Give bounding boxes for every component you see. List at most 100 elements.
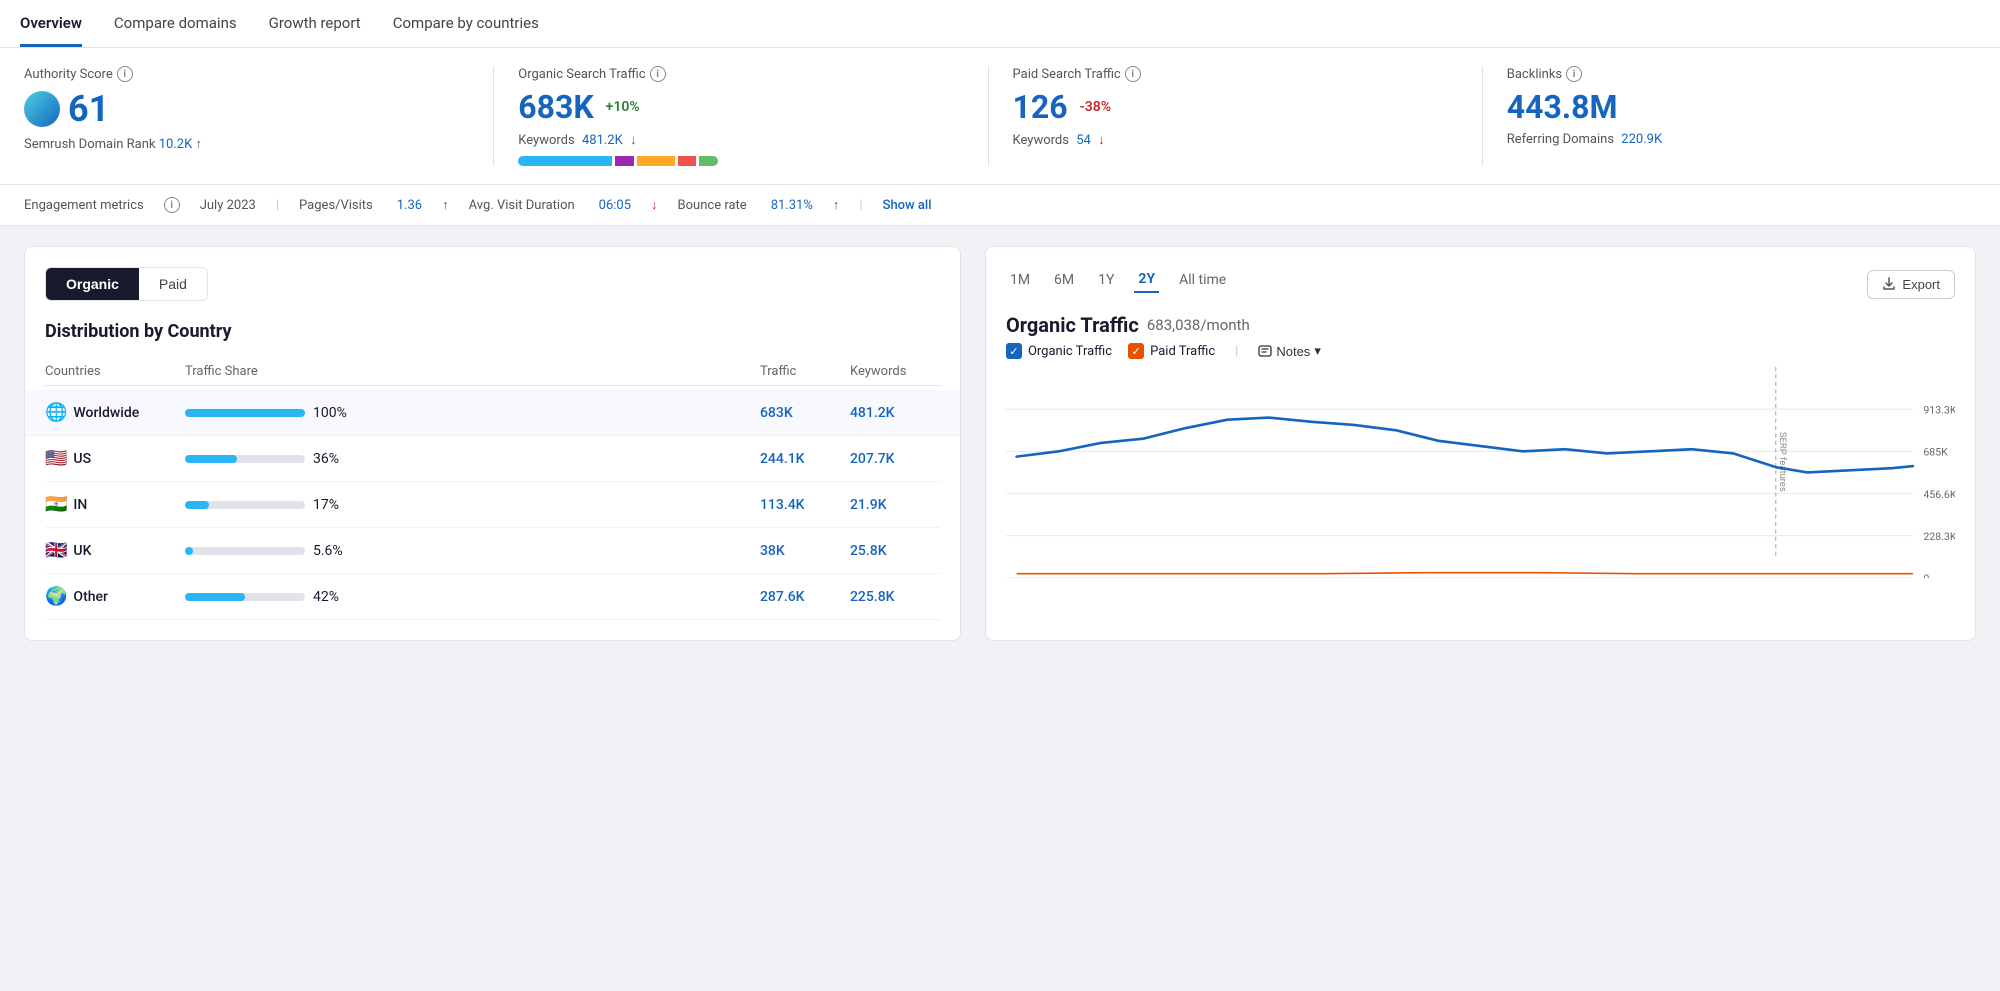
svg-text:685K: 685K — [1923, 446, 1948, 459]
traffic-bar-bg — [185, 455, 305, 463]
legend-sep: | — [1235, 344, 1238, 359]
traffic-bar-bg — [185, 409, 305, 417]
backlinks-info-icon[interactable]: i — [1566, 66, 1582, 82]
paid-search-block: Paid Search Traffic i 126 -38% Keywords … — [989, 66, 1483, 166]
table-row: 🇮🇳 IN 17% 113.4K 21.9K — [45, 482, 940, 528]
keywords-value: 25.8K — [850, 543, 940, 559]
kw-bar-purple — [615, 156, 634, 166]
traffic-bar-bg — [185, 501, 305, 509]
col-keywords: Keywords — [850, 364, 940, 379]
notes-button[interactable]: Notes ▾ — [1258, 343, 1321, 359]
avg-visit-trend: ↓ — [651, 197, 658, 213]
organic-search-keywords: Keywords 481.2K ↓ — [518, 132, 963, 148]
metrics-bar: Authority Score i 61 Semrush Domain Rank… — [0, 48, 2000, 185]
export-icon — [1882, 277, 1896, 291]
traffic-value: 244.1K — [760, 451, 850, 467]
chart-subtitle: 683,038/month — [1147, 316, 1250, 334]
time-filter-1Y[interactable]: 1Y — [1094, 268, 1118, 292]
time-filter-2Y[interactable]: 2Y — [1134, 267, 1159, 293]
bounce-label: Bounce rate — [678, 198, 747, 213]
distribution-title: Distribution by Country — [45, 321, 940, 342]
notes-icon — [1258, 344, 1272, 358]
traffic-bar-fill — [185, 547, 193, 555]
backlinks-referring: Referring Domains 220.9K — [1507, 132, 1952, 147]
authority-score-label: Authority Score i — [24, 66, 469, 82]
avg-visit-label: Avg. Visit Duration — [469, 198, 575, 213]
col-traffic: Traffic — [760, 364, 850, 379]
authority-score-icon — [24, 91, 60, 127]
organic-check: ✓ — [1006, 343, 1022, 359]
traffic-bar-cell: 5.6% — [185, 543, 760, 559]
country-flag: 🌍 — [45, 586, 67, 607]
kw-bar-red — [678, 156, 697, 166]
tab-overview[interactable]: Overview — [20, 0, 82, 47]
serp-label: SERP features — [1777, 432, 1788, 492]
sep2: | — [859, 198, 862, 213]
tab-growth-report[interactable]: Growth report — [269, 0, 361, 47]
export-button[interactable]: Export — [1867, 270, 1955, 299]
traffic-bar-fill — [185, 593, 245, 601]
svg-text:228.3K: 228.3K — [1923, 530, 1955, 543]
keywords-value: 21.9K — [850, 497, 940, 513]
chart-header: Organic Traffic 683,038/month — [1006, 313, 1955, 337]
authority-score-value: 61 — [24, 88, 469, 130]
authority-score-block: Authority Score i 61 Semrush Domain Rank… — [24, 66, 494, 166]
table-row: 🌐 Worldwide 100% 683K 481.2K — [25, 390, 960, 436]
organic-search-info-icon[interactable]: i — [650, 66, 666, 82]
tab-switcher: Organic Paid — [45, 267, 208, 301]
country-flag: 🇺🇸 — [45, 448, 67, 469]
country-flag: 🌐 — [45, 402, 67, 423]
engagement-info-icon[interactable]: i — [164, 197, 180, 213]
traffic-bar-bg — [185, 547, 305, 555]
backlinks-block: Backlinks i 443.8M Referring Domains 220… — [1483, 66, 1976, 166]
kw-bar-green — [699, 156, 718, 166]
chart-title: Organic Traffic — [1006, 313, 1139, 337]
pages-visits-trend: ↑ — [442, 197, 449, 213]
keywords-value: 481.2K — [850, 405, 940, 421]
traffic-bar-cell: 100% — [185, 405, 760, 421]
country-table: 🌐 Worldwide 100% 683K 481.2K 🇺🇸 US 36% 2… — [45, 390, 940, 620]
time-filter-6M[interactable]: 6M — [1050, 268, 1078, 292]
time-filter-All-time[interactable]: All time — [1175, 268, 1230, 292]
svg-text:0: 0 — [1923, 572, 1929, 578]
traffic-bar-cell: 42% — [185, 589, 760, 605]
chart-controls: 1M 6M 1Y 2Y All time Export — [1006, 267, 1955, 301]
paid-check: ✓ — [1128, 343, 1144, 359]
country-name: 🌍 Other — [45, 586, 185, 607]
country-name: 🇮🇳 IN — [45, 494, 185, 515]
paid-search-label: Paid Search Traffic i — [1013, 66, 1458, 82]
country-name: 🇺🇸 US — [45, 448, 185, 469]
engagement-bar: Engagement metrics i July 2023 | Pages/V… — [0, 185, 2000, 226]
traffic-bar-fill — [185, 455, 237, 463]
tab-organic-btn[interactable]: Organic — [46, 268, 139, 300]
table-row: 🌍 Other 42% 287.6K 225.8K — [45, 574, 940, 620]
country-flag: 🇬🇧 — [45, 540, 67, 561]
bounce-value: 81.31% — [771, 198, 813, 213]
paid-search-info-icon[interactable]: i — [1125, 66, 1141, 82]
traffic-bar-fill — [185, 501, 209, 509]
traffic-bar-fill — [185, 409, 305, 417]
tab-paid-btn[interactable]: Paid — [139, 268, 207, 300]
traffic-bar-bg — [185, 593, 305, 601]
chart-legend: ✓ Organic Traffic ✓ Paid Traffic | Notes… — [1006, 343, 1955, 359]
notes-chevron: ▾ — [1314, 343, 1321, 359]
traffic-value: 113.4K — [760, 497, 850, 513]
organic-search-value: 683K +10% — [518, 88, 963, 126]
traffic-value: 38K — [760, 543, 850, 559]
table-row: 🇬🇧 UK 5.6% 38K 25.8K — [45, 528, 940, 574]
pages-visits-label: Pages/Visits — [299, 198, 373, 213]
show-all-link[interactable]: Show all — [883, 198, 932, 213]
authority-score-info-icon[interactable]: i — [117, 66, 133, 82]
kw-bar-blue — [518, 156, 612, 166]
tab-compare-countries[interactable]: Compare by countries — [393, 0, 539, 47]
legend-paid: ✓ Paid Traffic — [1128, 343, 1215, 359]
bounce-trend: ↑ — [833, 197, 840, 213]
traffic-chart: SERP features 913.3K 685K 456.6K 228.3K … — [1006, 367, 1955, 578]
time-filter-1M[interactable]: 1M — [1006, 268, 1034, 292]
svg-text:913.3K: 913.3K — [1923, 403, 1955, 416]
tab-compare-domains[interactable]: Compare domains — [114, 0, 237, 47]
table-header: Countries Traffic Share Traffic Keywords — [45, 358, 940, 386]
time-filter-row: 1M 6M 1Y 2Y All time — [1006, 267, 1242, 293]
sep1: | — [276, 198, 279, 213]
kw-bar-orange — [637, 156, 675, 166]
